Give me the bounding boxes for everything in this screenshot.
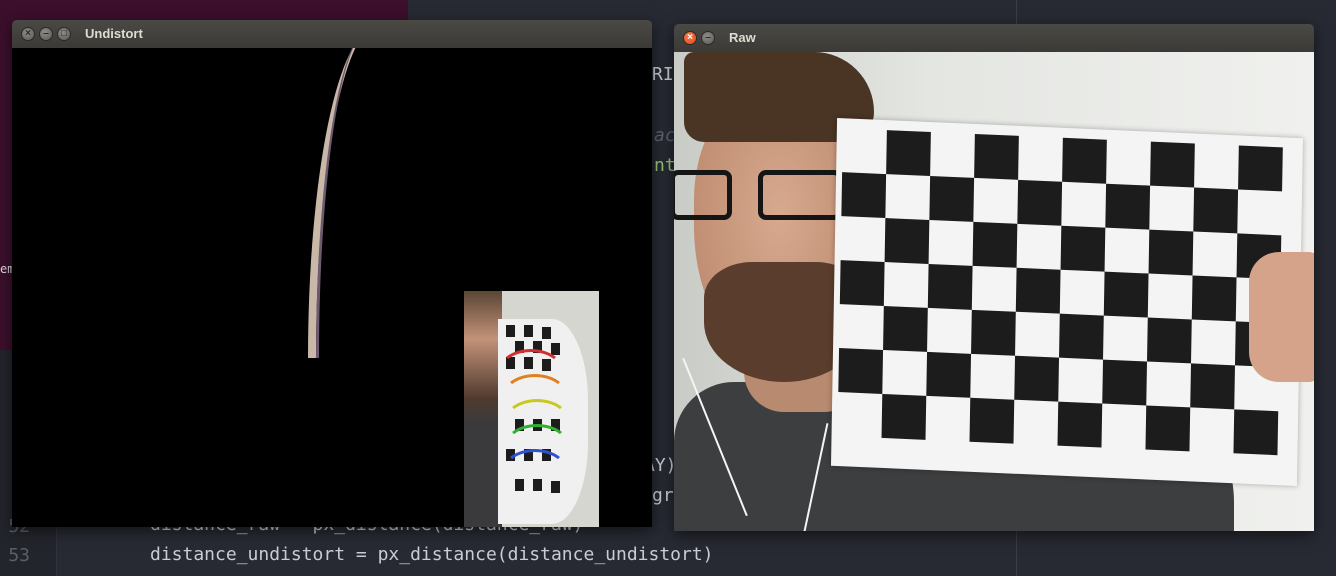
glasses [674, 170, 844, 226]
undistort-image [12, 48, 652, 527]
maximize-icon[interactable]: □ [57, 27, 71, 41]
chessboard-pattern [498, 319, 588, 524]
chessboard-pattern [830, 117, 1304, 487]
window-title: Undistort [85, 26, 143, 41]
close-icon[interactable]: × [21, 27, 35, 41]
window-title: Raw [729, 30, 756, 45]
undistort-window[interactable]: × – □ Undistort [12, 20, 652, 527]
person-hand [1249, 252, 1314, 382]
code-fragment: RI [652, 64, 674, 85]
undistort-titlebar[interactable]: × – □ Undistort [12, 20, 652, 48]
raw-titlebar[interactable]: × – Raw [674, 24, 1314, 52]
line-number: 53 [8, 545, 30, 566]
code-line[interactable]: distance_undistort = px_distance(distanc… [150, 544, 714, 565]
person-figure [464, 291, 502, 527]
minimize-icon[interactable]: – [39, 27, 53, 41]
close-icon[interactable]: × [683, 31, 697, 45]
raw-window[interactable]: × – Raw [674, 24, 1314, 531]
warped-edge [316, 48, 371, 358]
undistorted-inset [464, 291, 599, 527]
minimize-icon[interactable]: – [701, 31, 715, 45]
raw-camera-image [674, 52, 1314, 531]
code-fragment: ac [654, 125, 676, 146]
